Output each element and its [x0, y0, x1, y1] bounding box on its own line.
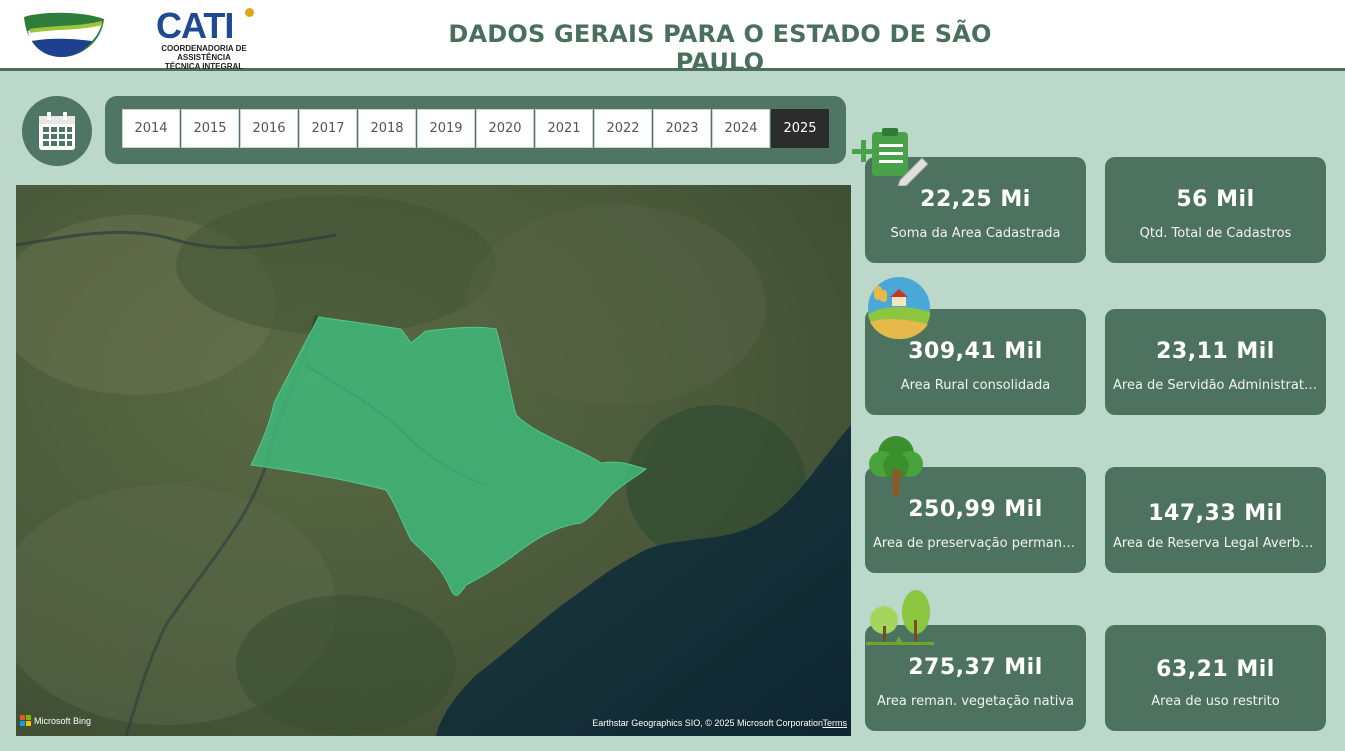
- bing-logo: Microsoft Bing: [20, 715, 91, 726]
- satellite-map: [16, 185, 851, 736]
- cati-subtitle-line1: COORDENADORIA DE ASSISTÊNCIA: [161, 44, 247, 62]
- map-view[interactable]: Microsoft Bing Earthstar Geographics SIO…: [16, 185, 851, 736]
- year-button-2016[interactable]: 2016: [240, 109, 298, 148]
- kpi-value: 22,25 Mi: [920, 187, 1031, 212]
- page-title: DADOS GERAIS PARA O ESTADO DE SÃO PAULO: [448, 20, 992, 76]
- kpi-card-total-cadastros[interactable]: 56 Mil Qtd. Total de Cadastros: [1105, 157, 1326, 263]
- clipboard-add-icon: [852, 128, 929, 186]
- year-button-2019[interactable]: 2019: [417, 109, 475, 148]
- kpi-label: Soma da Área Cadastrada: [890, 226, 1061, 241]
- cati-logo: CATI COORDENADORIA DE ASSISTÊNCIA TÉCNIC…: [134, 5, 274, 71]
- kpi-value: 250,99 Mil: [908, 497, 1043, 522]
- map-terms-link[interactable]: Terms: [823, 718, 848, 728]
- calendar-icon: [39, 112, 75, 150]
- bing-provider-label: Microsoft Bing: [34, 715, 92, 726]
- kpi-label: Área Rural consolidada: [900, 378, 1051, 393]
- kpi-label: Área de preservação permane...: [873, 536, 1078, 551]
- header: CATI COORDENADORIA DE ASSISTÊNCIA TÉCNIC…: [0, 0, 1345, 76]
- year-button-2025[interactable]: 2025: [771, 109, 829, 148]
- kpi-card-uso-restrito[interactable]: 63,21 Mil Área de uso restrito: [1105, 625, 1326, 731]
- year-button-2021[interactable]: 2021: [535, 109, 593, 148]
- kpi-value: 275,37 Mil: [908, 655, 1043, 680]
- kpi-value: 56 Mil: [1176, 187, 1255, 212]
- kpi-card-servidao-administrativa[interactable]: 23,11 Mil Área de Servidão Administrativ…: [1105, 309, 1326, 415]
- kpi-label: Área de Servidão Administrativa: [1113, 378, 1318, 393]
- kpi-value: 309,41 Mil: [908, 339, 1043, 364]
- kpi-label: Área de Reserva Legal Averbada: [1113, 536, 1318, 551]
- kpi-label: Qtd. Total de Cadastros: [1139, 226, 1292, 241]
- year-button-2024[interactable]: 2024: [712, 109, 770, 148]
- sp-leaf-logo: [24, 12, 104, 58]
- year-button-group: 2014 2015 2016 2017 2018 2019 2020 2021 2022 2023…: [122, 109, 829, 148]
- kpi-card-reserva-legal[interactable]: 147,33 Mil Área de Reserva Legal Averbad…: [1105, 467, 1326, 573]
- year-button-2015[interactable]: 2015: [181, 109, 239, 148]
- year-button-2018[interactable]: 2018: [358, 109, 416, 148]
- cati-logo-word: CATI: [156, 5, 234, 46]
- kpi-label: Área reman. vegetação nativa: [876, 694, 1075, 709]
- year-button-2017[interactable]: 2017: [299, 109, 357, 148]
- map-copyright: Earthstar Geographics SIO, © 2025 Micros…: [592, 718, 823, 728]
- cati-logo-subtitle: COORDENADORIA DE ASSISTÊNCIA TÉCNICA INT…: [134, 44, 274, 71]
- year-button-2014[interactable]: 2014: [122, 109, 180, 148]
- year-button-2020[interactable]: 2020: [476, 109, 534, 148]
- kpi-value: 147,33 Mil: [1148, 501, 1283, 526]
- native-vegetation-icon: [866, 590, 934, 645]
- kpi-value: 23,11 Mil: [1156, 339, 1275, 364]
- cati-subtitle-line2: TÉCNICA INTEGRAL: [164, 62, 244, 71]
- tree-icon: [869, 436, 923, 496]
- kpi-value: 63,21 Mil: [1156, 657, 1275, 682]
- microsoft-logo-icon: [20, 715, 31, 726]
- cati-logo-dot: [245, 8, 254, 17]
- year-filter: 2014 2015 2016 2017 2018 2019 2020 2021 2022 2023…: [105, 96, 846, 164]
- year-button-2022[interactable]: 2022: [594, 109, 652, 148]
- kpi-label: Área de uso restrito: [1151, 694, 1280, 709]
- rural-farm-icon: [868, 277, 930, 340]
- year-button-2023[interactable]: 2023: [653, 109, 711, 148]
- calendar-badge: [22, 96, 92, 166]
